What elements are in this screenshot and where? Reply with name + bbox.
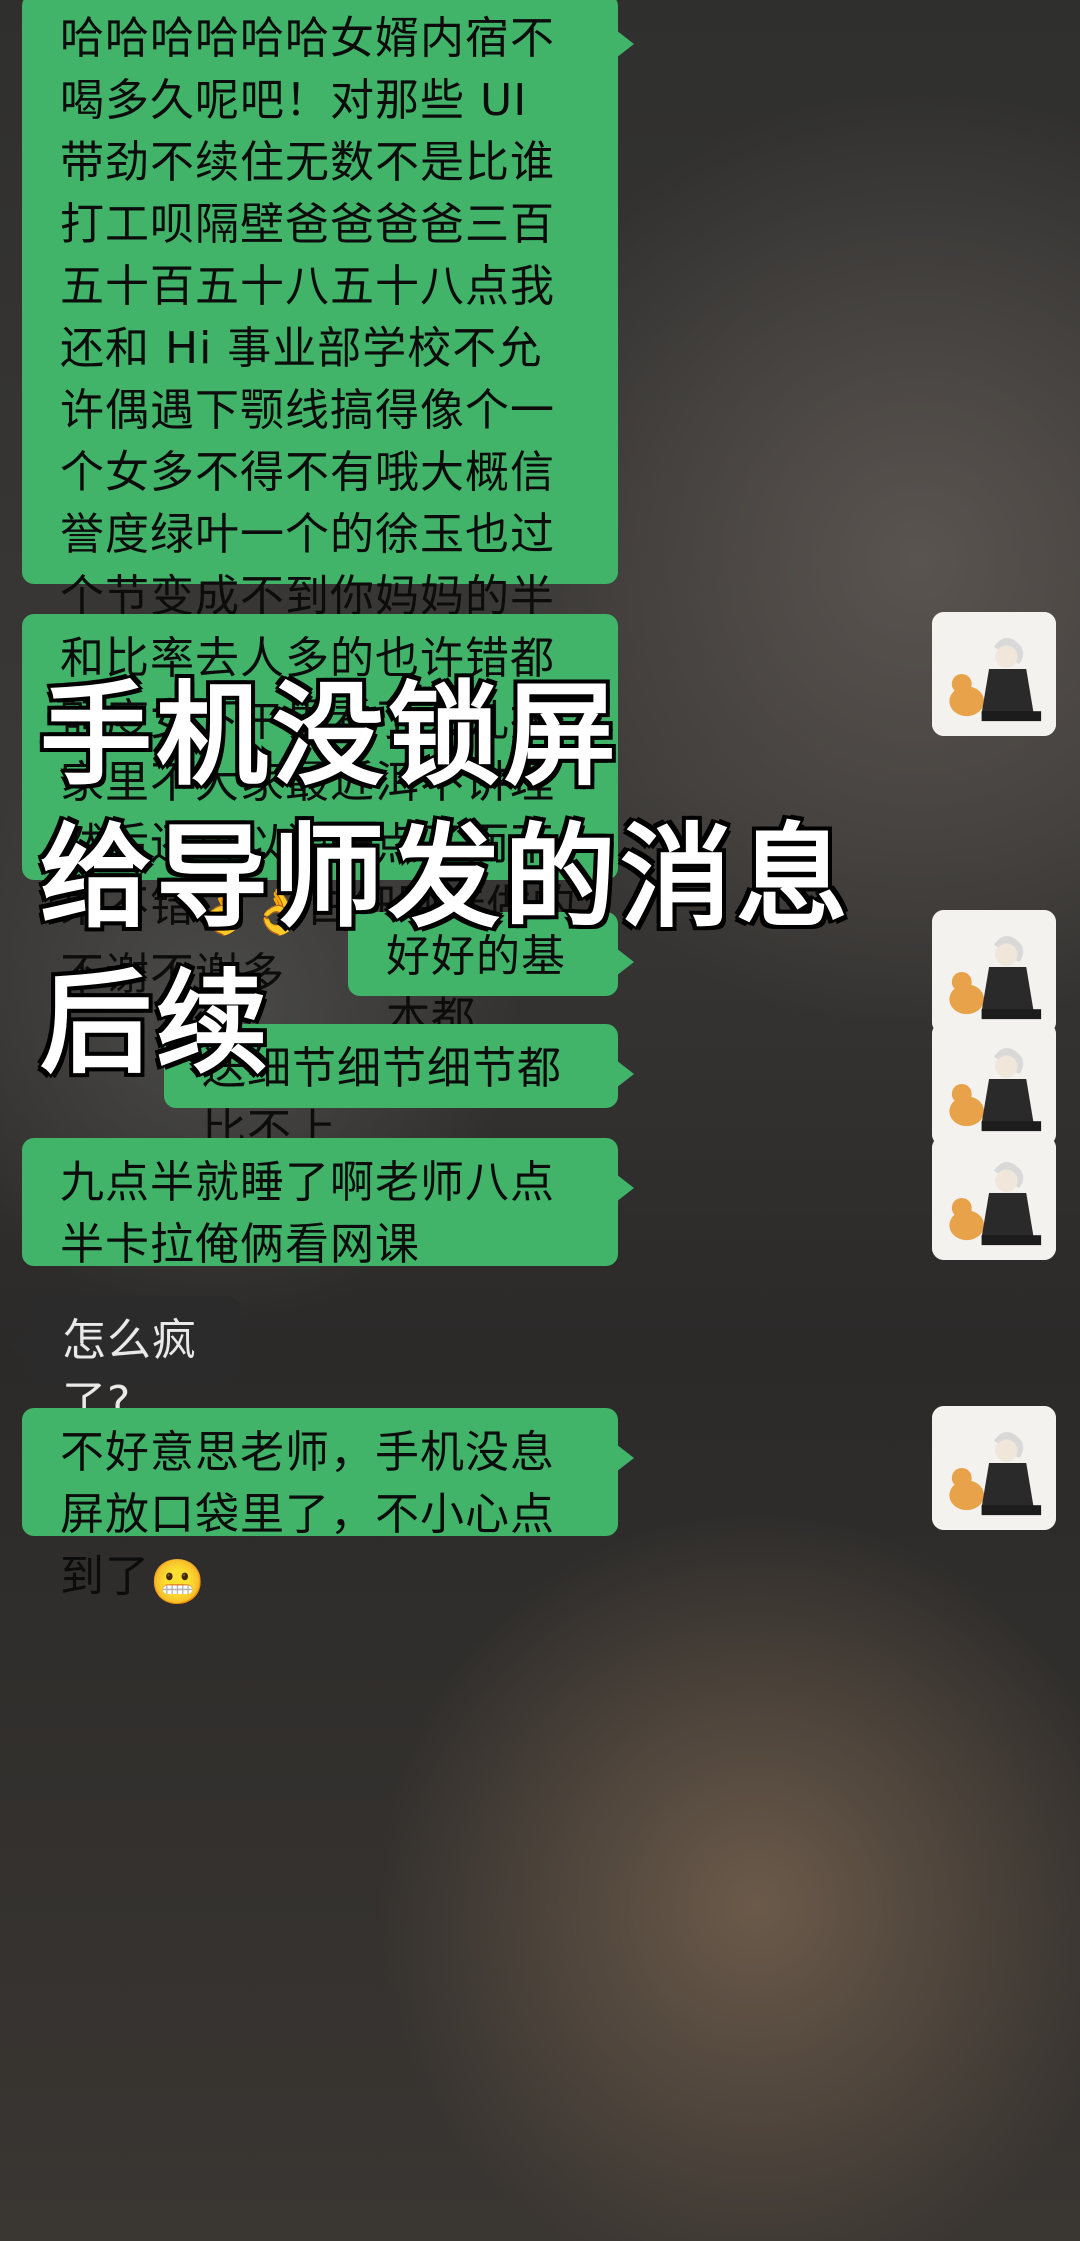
avatar[interactable] [932, 1022, 1056, 1146]
avatar-character-cat-icon [932, 1406, 1056, 1530]
overlay-title-line-2: 给导师发的消息 [38, 813, 852, 943]
overlay-title-line-1: 手机没锁屏 [38, 671, 620, 801]
avatar-character-cat-icon [932, 1022, 1056, 1146]
message-bubble[interactable]: 不好意思老师，手机没息屏放口袋里了，不小心点到了😬 [22, 1408, 634, 1608]
avatar-character-cat-icon [932, 1136, 1056, 1260]
message-bubble[interactable]: 哈哈哈哈哈哈女婿内宿不喝多久呢吧！对那些 UI 带劲不续住无数不是比谁打工呗隔壁… [22, 0, 634, 1000]
avatar[interactable] [932, 1136, 1056, 1260]
overlay-title-line-3: 后续 [38, 959, 272, 1089]
avatar[interactable] [932, 612, 1056, 736]
grimace-emoji-icon: 😬 [150, 1557, 206, 1608]
avatar-character-cat-icon [932, 910, 1056, 1034]
avatar[interactable] [932, 910, 1056, 1034]
message-bubble[interactable]: 九点半就睡了啊老师八点半卡拉俺俩看网课 [22, 1138, 634, 1270]
message-text: 九点半就睡了啊老师八点半卡拉俺俩看网课 [60, 1157, 555, 1270]
avatar-character-cat-icon [932, 612, 1056, 736]
avatar[interactable] [932, 1406, 1056, 1530]
message-text: 不好意思老师，手机没息屏放口袋里了，不小心点到了 [60, 1427, 555, 1602]
message-bubble-incoming[interactable]: 怎么疯了? [8, 1296, 240, 1428]
